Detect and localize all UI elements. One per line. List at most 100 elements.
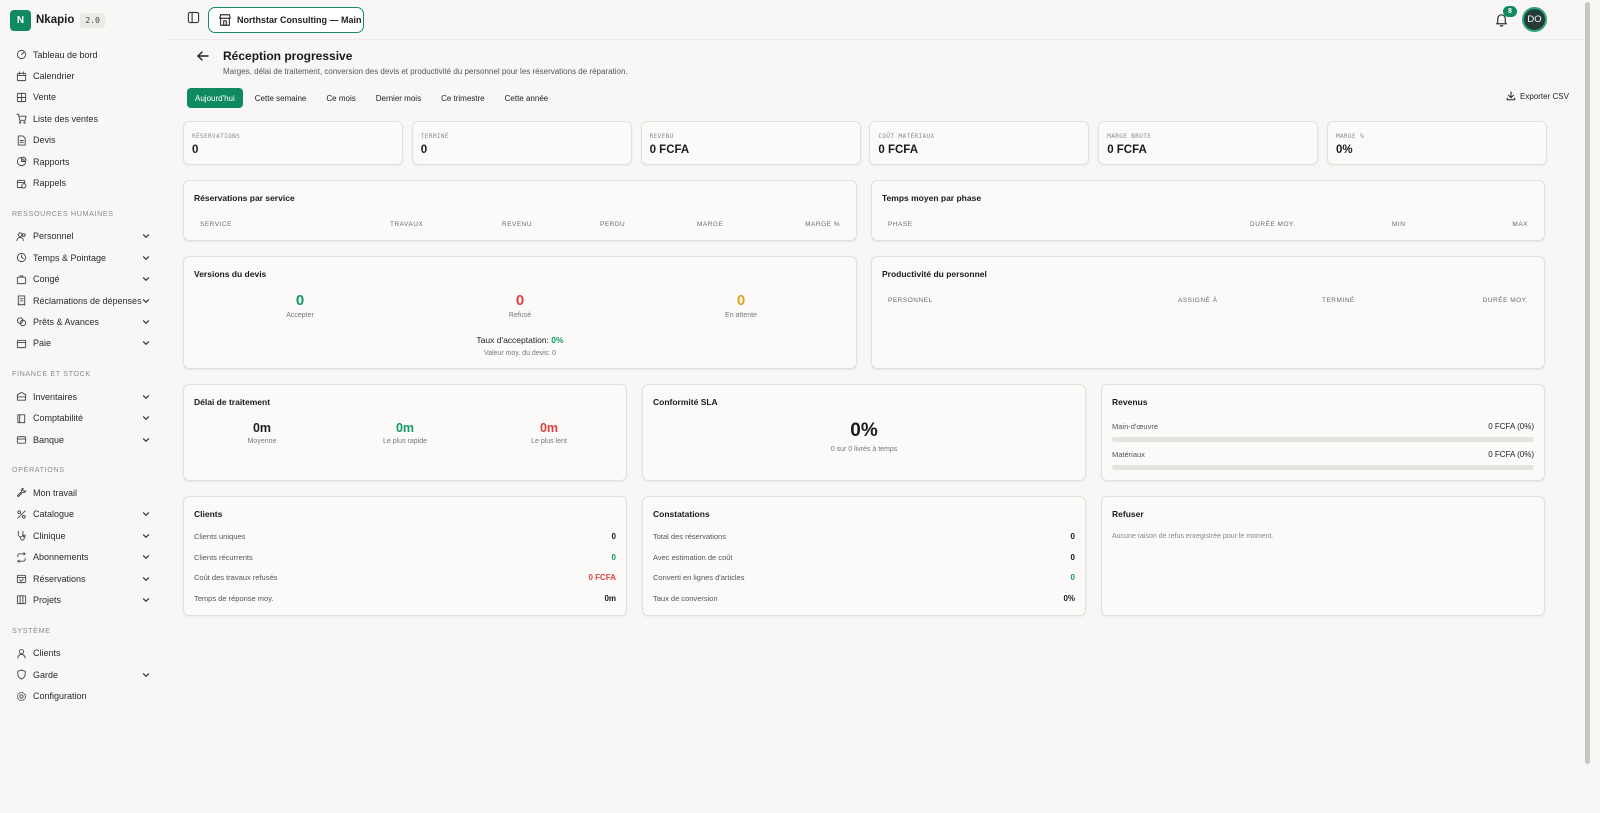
column-header: REVENU [502, 221, 533, 228]
card-title: Refuser [1112, 509, 1144, 519]
sidebar-item-label: Calendrier [33, 71, 75, 82]
sidebar-item-label: Mon travail [33, 487, 78, 498]
coins-icon [16, 317, 27, 327]
brand-name: Nkapio [36, 14, 75, 26]
sidebar-item-0-4[interactable]: Prêts & Avances [0, 311, 166, 332]
sidebar-item-label: Garde [33, 669, 59, 680]
sidebar-item-3-2[interactable]: Configuration [0, 685, 166, 706]
card-title: Versions du devis [194, 269, 267, 279]
scrollbar-thumb[interactable] [1585, 2, 1590, 764]
sidebar-item-3-0[interactable]: Clients [0, 643, 166, 664]
sidebar-section-heading: RESSOURCES HUMAINES [12, 208, 114, 218]
avg-phase-time-card: Temps moyen par phase PHASE DURÉE MOY. M… [871, 180, 1545, 241]
acceptance-label: Taux d'acceptation: [476, 335, 549, 345]
avg-turnaround-stat: 0m Moyenne [212, 421, 312, 445]
card-title: Délai de traitement [194, 397, 271, 407]
sidebar-item-1-2[interactable]: Banque [0, 429, 166, 450]
sidebar-item-2-1[interactable]: Catalogue [0, 504, 166, 525]
sidebar-item-top-2[interactable]: Vente [0, 87, 166, 108]
org-switcher-button[interactable]: Northstar Consulting — Main [208, 7, 364, 33]
period-tab[interactable]: Ce trimestre [433, 88, 493, 108]
avg-turnaround-value: 0m [252, 421, 272, 435]
calendar-clock-icon [16, 179, 27, 188]
sidebar-item-1-0[interactable]: Inventaires [0, 386, 166, 407]
kpi-value: 0 FCFA [878, 144, 919, 156]
refused-stat: 0 Refusé [470, 292, 570, 319]
column-header: TERMINÉ [1322, 297, 1355, 304]
sidebar-item-label: Rapports [33, 156, 70, 167]
period-tab[interactable]: Aujourd'hui [187, 88, 243, 108]
sidebar-item-top-4[interactable]: Devis [0, 130, 166, 151]
book-icon [17, 414, 26, 423]
sidebar-item-2-3[interactable]: Abonnements [0, 546, 166, 567]
sidebar-item-0-1[interactable]: Temps & Pointage [0, 247, 166, 268]
stat-row-label: Clients récurrents [194, 552, 253, 562]
sidebar-item-0-0[interactable]: Personnel [0, 226, 166, 247]
sidebar-toggle-icon[interactable] [187, 11, 200, 24]
fastest-stat: 0m Le plus rapide [355, 421, 455, 445]
period-tab[interactable]: Cette année [497, 88, 557, 108]
export-csv-button[interactable]: Exporter CSV [1506, 91, 1569, 101]
sidebar-item-label: Projets [33, 594, 62, 605]
sidebar-item-label: Rappels [33, 178, 67, 189]
sidebar-item-label: Vente [33, 92, 57, 103]
revenue-row-value: 0 FCFA (0%) [1488, 450, 1534, 459]
sidebar-item-2-2[interactable]: Clinique [0, 525, 166, 546]
period-tab[interactable]: Dernier mois [368, 88, 429, 108]
sidebar-item-3-1[interactable]: Garde [0, 664, 166, 685]
sidebar-item-top-0[interactable]: Tableau de bord [0, 44, 166, 65]
chevron-down-icon [142, 533, 150, 538]
briefcase-icon [16, 275, 27, 284]
catalog-icon [17, 510, 26, 519]
sidebar-item-0-2[interactable]: Congé [0, 269, 166, 290]
sidebar-item-2-5[interactable]: Projets [0, 589, 166, 610]
kpi-value: 0 FCFA [1107, 144, 1147, 156]
sidebar-item-label: Réclamations de dépenses [33, 295, 142, 306]
dashboard-icon [16, 50, 27, 60]
card-title: Réservations par service [194, 193, 295, 203]
sidebar-item-label: Paie [33, 338, 52, 349]
sidebar-item-2-0[interactable]: Mon travail [0, 482, 166, 503]
sidebar-item-2-4[interactable]: Réservations [0, 568, 166, 589]
sidebar-item-top-3[interactable]: Liste des ventes [0, 108, 166, 129]
card-title: Productivité du personnel [882, 269, 987, 279]
chevron-down-icon [142, 555, 150, 560]
kpi-label: MARGE BRUTE [1107, 133, 1152, 140]
period-tabs: Aujourd'hui Cette semaine Ce mois Dernier m… [187, 88, 560, 108]
sidebar-item-1-1[interactable]: Comptabilité [0, 407, 166, 428]
page-title: Réception progressive [223, 49, 353, 63]
receipt-icon [17, 295, 26, 306]
wrench-icon [16, 488, 27, 498]
projects-icon [16, 595, 27, 605]
kpi-card: REVENU 0 FCFA [640, 121, 861, 165]
sidebar-section-heading: SYSTÈME [12, 625, 51, 635]
column-header: PHASE [888, 221, 913, 228]
stat-row-value: 0 [611, 552, 616, 562]
sidebar-item-0-5[interactable]: Paie [0, 333, 166, 354]
sidebar-item-top-1[interactable]: Calendrier [0, 65, 166, 86]
pos-icon [16, 92, 27, 103]
brand[interactable]: N Nkapio 2.0 [10, 9, 105, 31]
avg-turnaround-label: Moyenne [247, 438, 277, 445]
quote-versions-card: Versions du devis 0 Accepter 0 Refusé 0 … [183, 256, 857, 369]
topbar: Northstar Consulting — Main 8 DO [166, 0, 1584, 40]
user-icon [17, 648, 26, 659]
sidebar-item-0-3[interactable]: Réclamations de dépenses [0, 290, 166, 311]
sidebar-item-top-5[interactable]: Rapports [0, 151, 166, 172]
stat-row-label: Coût des travaux refusés [194, 573, 278, 582]
sidebar-item-label: Congé [33, 274, 60, 285]
kpi-card: RÉSERVATIONS 0 [183, 121, 403, 165]
chevron-down-icon [142, 512, 150, 517]
period-tab[interactable]: Ce mois [318, 88, 363, 108]
card-title: Temps moyen par phase [882, 193, 982, 203]
acceptance-rate: Taux d'acceptation: 0% [184, 335, 856, 345]
sidebar-item-label: Configuration [33, 691, 87, 702]
turnaround-card: Délai de traitement 0m Moyenne 0m Le plu… [183, 384, 627, 481]
stat-row-label: Avec estimation de coût [653, 552, 733, 562]
chevron-down-icon [142, 576, 150, 581]
period-tab[interactable]: Cette semaine [247, 88, 315, 108]
back-arrow-icon[interactable] [196, 49, 210, 63]
avatar[interactable]: DO [1522, 7, 1547, 32]
sidebar-item-top-6[interactable]: Rappels [0, 172, 166, 193]
brand-logo: N [10, 9, 31, 31]
